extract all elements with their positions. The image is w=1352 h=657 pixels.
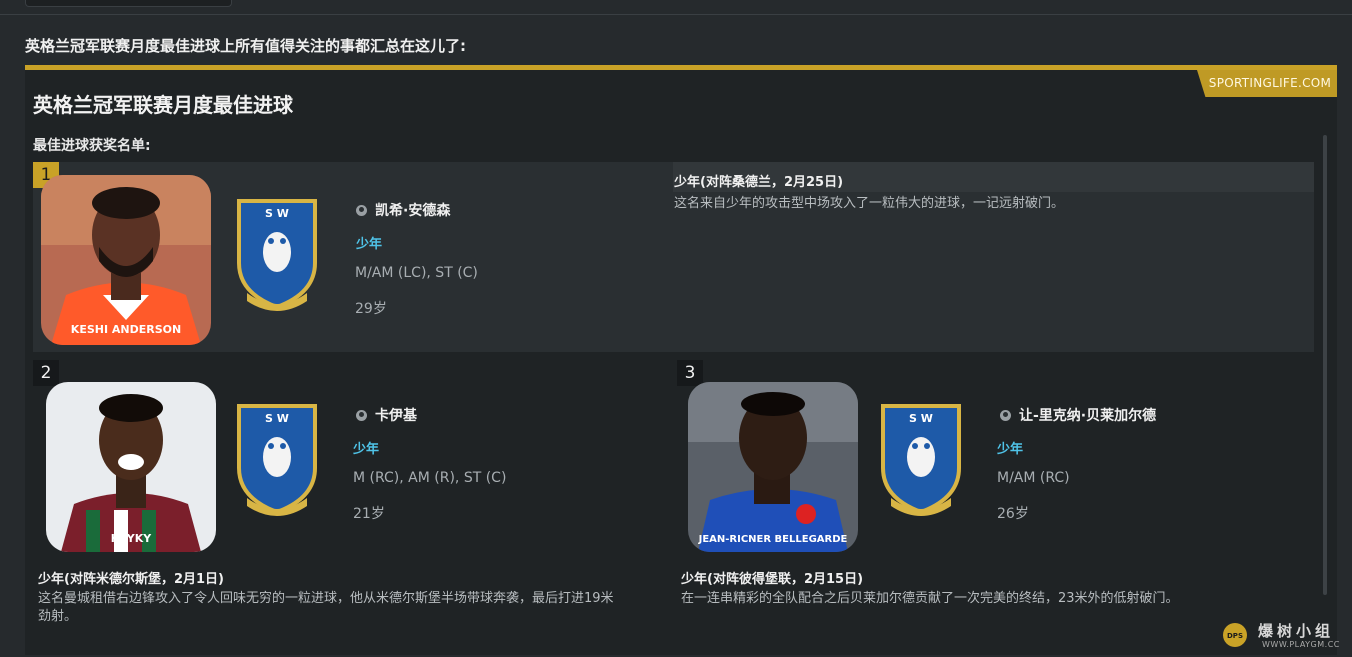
person-icon bbox=[356, 410, 367, 421]
club-crest-3: S W bbox=[879, 402, 963, 520]
goal-desc-1: 这名来自少年的攻击型中场攻入了一粒伟大的进球，一记远射破门。 bbox=[674, 196, 1065, 211]
rank-badge-2: 2 bbox=[33, 360, 59, 386]
player-club-3[interactable]: 少年 bbox=[997, 438, 1023, 457]
goal-title-3: 少年(对阵彼得堡联，2月15日) bbox=[681, 572, 864, 587]
player-name-3[interactable]: 让-里克纳·贝莱加尔德 bbox=[1000, 405, 1156, 425]
person-icon bbox=[356, 205, 367, 216]
winner-card-1 bbox=[33, 162, 1314, 352]
watermark-badge-text: DPS bbox=[1227, 632, 1243, 640]
goal-desc-3: 在一连串精彩的全队配合之后贝莱加尔德贡献了一次完美的终结，23米外的低射破门。 bbox=[681, 591, 1179, 606]
club-crest-1: S W bbox=[235, 197, 319, 315]
player-age-2: 21岁 bbox=[353, 506, 385, 522]
person-icon bbox=[1000, 410, 1011, 421]
goal-desc-2-line1: 这名曼城租借右边锋攻入了令人回味无穷的一粒进球，他从米德尔斯堡半场带球奔袭，最后… bbox=[38, 591, 614, 606]
shirt-text-3: JEAN-RICNER BELLEGARDE bbox=[698, 534, 848, 545]
player-positions-3: M/AM (RC) bbox=[997, 470, 1070, 486]
player-photo-3[interactable]: JEAN-RICNER BELLEGARDE bbox=[688, 382, 858, 552]
player-positions-2: M (RC), AM (R), ST (C) bbox=[353, 470, 507, 486]
player-photo-2[interactable]: KAYKY bbox=[46, 382, 216, 552]
player-club-2[interactable]: 少年 bbox=[353, 438, 379, 457]
top-bar bbox=[0, 0, 1352, 15]
player-name-1[interactable]: 凯希·安德森 bbox=[356, 200, 450, 220]
svg-text:S W: S W bbox=[265, 207, 289, 220]
player-positions-1: M/AM (LC), ST (C) bbox=[355, 265, 478, 281]
club-crest-2: S W bbox=[235, 402, 319, 520]
shirt-text-2: KAYKY bbox=[111, 532, 152, 545]
player-photo-1[interactable]: KESHI ANDERSON bbox=[41, 175, 211, 345]
watermark-url: WWW.PLAYGM.CC bbox=[1262, 640, 1340, 649]
source-tag[interactable]: SPORTINGLIFE.COM bbox=[1197, 70, 1337, 97]
goal-title-1: 少年(对阵桑德兰，2月25日) bbox=[674, 175, 844, 190]
shirt-text-1: KESHI ANDERSON bbox=[71, 323, 181, 336]
svg-text:S W: S W bbox=[265, 412, 289, 425]
intro-text: 英格兰冠军联赛月度最佳进球上所有值得关注的事都汇总在这儿了: bbox=[25, 37, 467, 55]
goal-of-month-panel: SPORTINGLIFE.COM 英格兰冠军联赛月度最佳进球 最佳进球获奖名单:… bbox=[25, 65, 1337, 655]
player-name-2[interactable]: 卡伊基 bbox=[356, 405, 417, 425]
goal-title-2: 少年(对阵米德尔斯堡，2月1日) bbox=[38, 572, 224, 587]
rank-badge-3: 3 bbox=[677, 360, 703, 386]
player-club-1[interactable]: 少年 bbox=[356, 233, 382, 252]
top-tab[interactable] bbox=[25, 0, 232, 7]
site-watermark: DPS 爆树小组 WWW.PLAYGM.CC bbox=[1218, 620, 1348, 652]
goal-desc-2-line2: 劲射。 bbox=[38, 609, 78, 624]
panel-title: 英格兰冠军联赛月度最佳进球 bbox=[33, 93, 293, 117]
svg-text:S W: S W bbox=[909, 412, 933, 425]
player-age-3: 26岁 bbox=[997, 506, 1029, 522]
scrollbar[interactable] bbox=[1323, 135, 1327, 595]
watermark-title: 爆树小组 bbox=[1258, 622, 1335, 640]
winners-subheading: 最佳进球获奖名单: bbox=[33, 138, 151, 154]
player-age-1: 29岁 bbox=[355, 301, 387, 317]
watermark-badge-icon: DPS bbox=[1223, 623, 1247, 647]
